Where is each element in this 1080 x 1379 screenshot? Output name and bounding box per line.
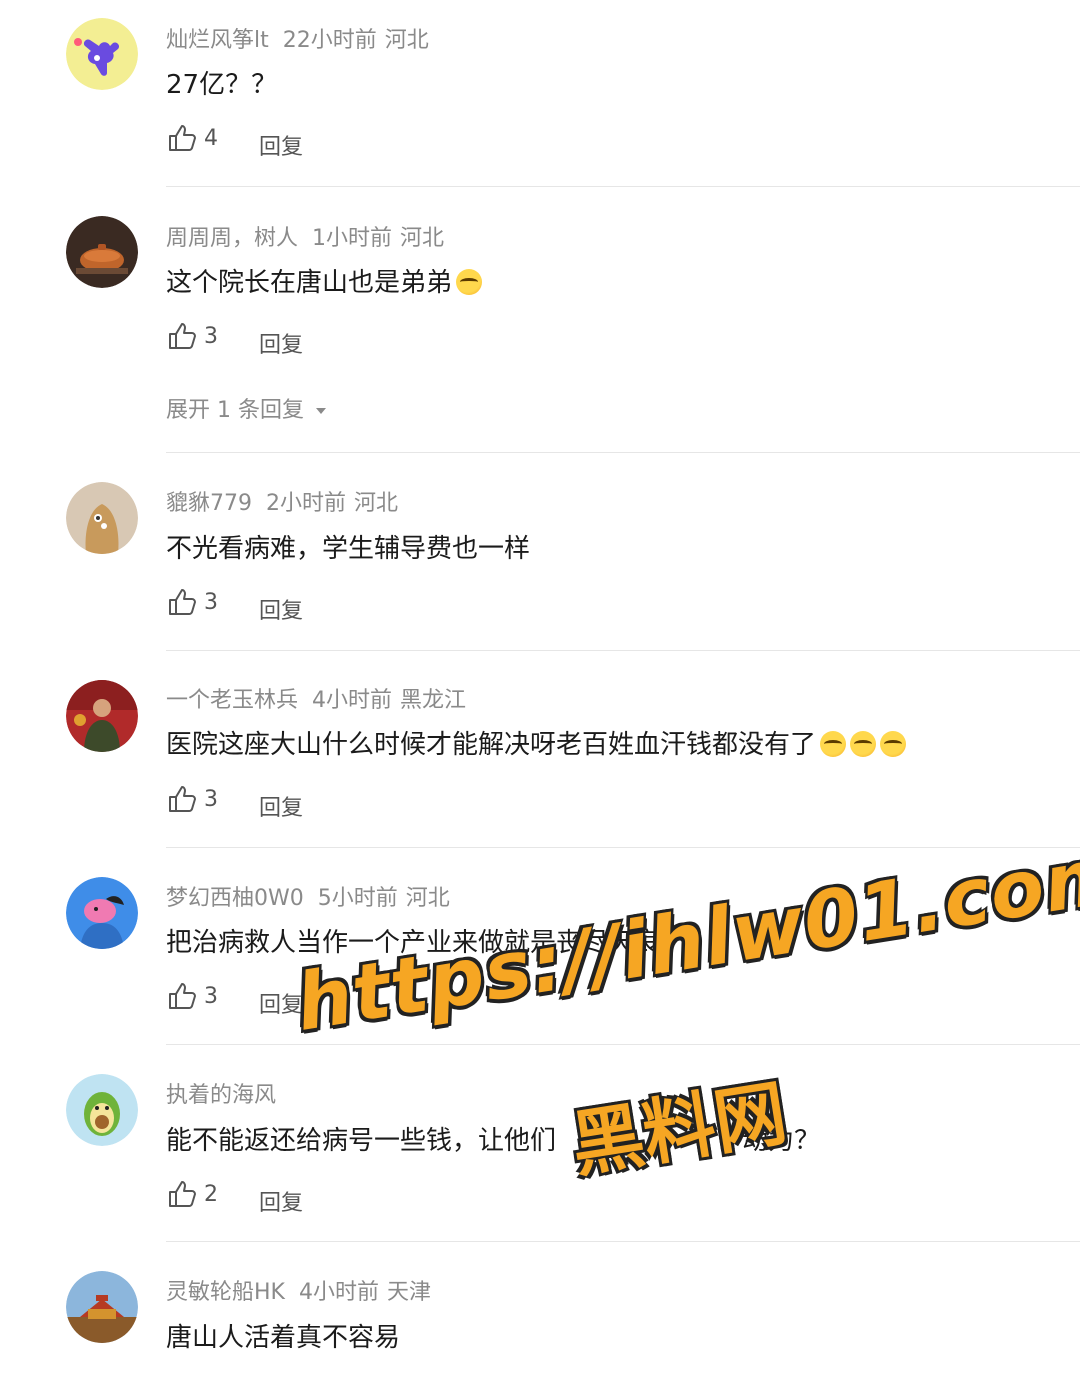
username[interactable]: 一个老玉林兵: [166, 688, 298, 713]
divider: [166, 186, 1080, 187]
comment-text-content: 唐山人活着真不容易: [166, 1323, 401, 1353]
divider: [166, 650, 1080, 651]
avatar[interactable]: [66, 877, 138, 949]
comment-text-content: 27亿？？: [166, 70, 278, 100]
thumbs-up-icon: [169, 323, 196, 349]
thumbs-up-icon: [169, 1181, 196, 1207]
laughing-emoji-icon: [820, 731, 847, 757]
comment-text: 这个院长在唐山也是弟弟: [166, 262, 483, 299]
like-button[interactable]: 2: [166, 1178, 252, 1210]
like-count: 3: [204, 786, 218, 812]
like-count: 4: [204, 125, 218, 151]
comment-actions: 3 回复: [166, 586, 303, 625]
comment-meta: 一个老玉林兵 4小时前 黑龙江: [166, 682, 466, 714]
avatar[interactable]: [66, 216, 138, 288]
like-count: 3: [204, 983, 218, 1009]
username[interactable]: 灿烂风筝lt: [166, 28, 269, 53]
like-button[interactable]: 3: [166, 783, 252, 815]
timestamp: 2小时前: [266, 491, 346, 516]
reply-button[interactable]: 回复: [259, 129, 303, 161]
comment-text-content: 医院这座大山什么时候才能解决呀老百姓血汗钱都没有了: [166, 730, 817, 760]
comment-meta: 灵敏轮船HK 4小时前 天津: [166, 1274, 431, 1306]
timestamp: 1小时前: [312, 226, 393, 251]
reply-button[interactable]: 回复: [259, 327, 303, 359]
comment-text: 能不能返还给病号一些钱，让他们 动力？: [166, 1120, 820, 1157]
reply-button[interactable]: 回复: [259, 1185, 303, 1217]
comment-actions: 3 回复: [166, 783, 303, 822]
comment-text: 唐山人活着真不容易: [166, 1317, 400, 1354]
location: 河北: [400, 226, 445, 251]
thumbs-up-icon: [169, 125, 196, 151]
comment-text-content: 能不能返还给病号一些钱，让他们: [166, 1126, 557, 1156]
expand-replies-label: 展开 1 条回复: [166, 398, 304, 423]
comment-text: 把治病救人当作一个产业来做就是丧尽天良。: [166, 922, 686, 959]
timestamp: 22小时前: [282, 28, 377, 53]
comment-meta: 执着的海风: [166, 1077, 290, 1109]
username[interactable]: 执着的海风: [166, 1083, 276, 1108]
like-button[interactable]: 3: [166, 980, 252, 1012]
divider: [166, 847, 1080, 848]
comment-text: 医院这座大山什么时候才能解决呀老百姓血汗钱都没有了: [166, 724, 907, 761]
avatar[interactable]: [66, 1074, 138, 1146]
laughing-emoji-icon: [456, 269, 483, 295]
location: 河北: [354, 491, 399, 516]
avatar[interactable]: [66, 482, 138, 554]
comment-actions: 2 回复: [166, 1178, 303, 1217]
comment-text-content: 这个院长在唐山也是弟弟: [166, 268, 453, 298]
laughing-emoji-icon: [880, 731, 907, 757]
expand-replies-button[interactable]: 展开 1 条回复: [166, 392, 326, 424]
location: 河北: [405, 886, 450, 911]
comment-text: 27亿？？: [166, 64, 277, 101]
laughing-emoji-icon: [850, 731, 877, 757]
like-count: 2: [204, 1181, 218, 1207]
timestamp: 4小时前: [312, 688, 393, 713]
thumbs-up-icon: [169, 589, 196, 615]
location: 河北: [384, 28, 429, 53]
comment-actions: 3 回复: [166, 980, 303, 1019]
avatar[interactable]: [66, 1271, 138, 1343]
username[interactable]: 灵敏轮船HK: [166, 1280, 285, 1305]
location: 天津: [386, 1280, 431, 1305]
like-count: 3: [204, 323, 218, 349]
comment-actions: 3 回复: [166, 320, 303, 359]
comment-text: 不光看病难，学生辅导费也一样: [166, 528, 530, 565]
thumbs-up-icon: [169, 983, 196, 1009]
divider: [166, 1044, 1080, 1045]
reply-button[interactable]: 回复: [259, 790, 303, 822]
username[interactable]: 周周周，树人: [166, 226, 298, 251]
username[interactable]: 貔貅779: [166, 491, 252, 516]
comment-meta: 貔貅779 2小时前 河北: [166, 485, 398, 517]
comment-meta: 梦幻西柚0W0 5小时前 河北: [166, 880, 450, 912]
timestamp: 5小时前: [317, 886, 398, 911]
timestamp: 4小时前: [298, 1280, 379, 1305]
like-button[interactable]: 4: [166, 122, 252, 154]
chevron-down-icon: [315, 408, 326, 414]
divider: [166, 1241, 1080, 1242]
like-button[interactable]: 3: [166, 586, 252, 618]
comment-meta: 周周周，树人 1小时前 河北: [166, 220, 444, 252]
comment-text-tail: 动力？: [742, 1126, 821, 1156]
reply-button[interactable]: 回复: [259, 593, 303, 625]
divider: [166, 452, 1080, 453]
avatar[interactable]: [66, 680, 138, 752]
comment-text-content: 不光看病难，学生辅导费也一样: [166, 534, 531, 564]
avatar[interactable]: [66, 18, 138, 90]
comment-meta: 灿烂风筝lt 22小时前 河北: [166, 22, 429, 54]
location: 黑龙江: [400, 688, 467, 713]
comment-text-content: 把治病救人当作一个产业来做就是丧尽天良。: [166, 928, 687, 958]
like-count: 3: [204, 589, 218, 615]
reply-button[interactable]: 回复: [259, 987, 303, 1019]
thumbs-up-icon: [169, 786, 196, 812]
like-button[interactable]: 3: [166, 320, 252, 352]
username[interactable]: 梦幻西柚0W0: [166, 886, 304, 911]
comment-actions: 4 回复: [166, 122, 303, 161]
